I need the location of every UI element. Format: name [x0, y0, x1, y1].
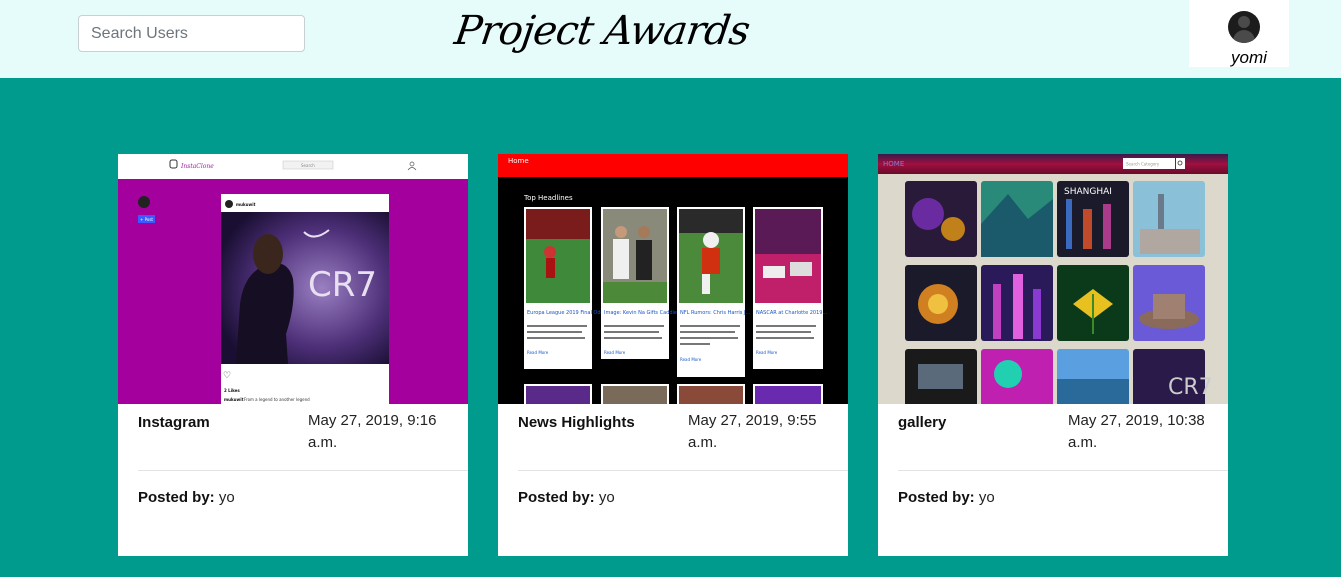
gallery-tile-cr7: CR7 [1168, 375, 1213, 400]
project-screenshot-news[interactable]: Home Top Headlines Europa League 2019 Fi… [498, 154, 848, 404]
posted-by-label: Posted by: [898, 489, 975, 506]
posted-by-label: Posted by: [138, 489, 215, 506]
posted-by: Posted by: yo [898, 489, 995, 506]
project-date: May 27, 2019, 9:55 a.m. [688, 412, 817, 451]
news-nav-home: Home [508, 157, 529, 165]
brand-title[interactable]: Project Awards [452, 8, 752, 54]
insta-search-text: Search [301, 163, 315, 168]
news-read-more-3: Read More [680, 357, 702, 362]
search-users-input[interactable] [78, 15, 305, 52]
project-card-instagram: InstaClone Search + Post mukuwit CR7 ♡ 2… [118, 154, 468, 556]
gallery-search-text: Search Category [1126, 162, 1160, 167]
insta-caption-user: mukuwit [224, 397, 244, 402]
project-title[interactable]: Instagram [138, 414, 210, 431]
insta-logo-text: InstaClone [180, 163, 214, 170]
project-date: May 27, 2019, 10:38 a.m. [1068, 412, 1205, 451]
profile-link[interactable]: yomi [1189, 0, 1289, 67]
card-divider [138, 470, 468, 471]
project-title[interactable]: gallery [898, 414, 946, 431]
gallery-nav-home: HOME [883, 160, 904, 168]
news-section-heading: Top Headlines [523, 194, 573, 202]
posted-by: Posted by: yo [138, 489, 235, 506]
posted-by: Posted by: yo [518, 489, 615, 506]
project-screenshot-gallery[interactable]: HOME Search Category SHANGHAI CR7 [878, 154, 1228, 404]
insta-likes: 2 Likes [224, 388, 240, 393]
insta-post-user: mukuwit [236, 202, 256, 207]
project-screenshot-instagram[interactable]: InstaClone Search + Post mukuwit CR7 ♡ 2… [118, 154, 468, 404]
insta-caption: From a legend to another legend [244, 397, 310, 402]
username-label[interactable]: yomi [1189, 48, 1289, 68]
insta-post-button-text: + Post [140, 217, 153, 222]
project-title[interactable]: News Highlights [518, 414, 635, 431]
posted-by-label: Posted by: [518, 489, 595, 506]
posted-by-author: yo [218, 489, 235, 506]
user-avatar-icon[interactable] [1228, 11, 1260, 43]
news-read-more-2: Read More [604, 350, 626, 355]
project-card-gallery: HOME Search Category SHANGHAI CR7 galler… [878, 154, 1228, 556]
news-headline-2: Image: Kevin Na Gifts Caddie ... [604, 310, 684, 316]
news-headline-3: NFL Rumors: Chris Harris J... [680, 310, 751, 316]
card-divider [898, 470, 1228, 471]
project-date: May 27, 2019, 9:16 a.m. [308, 412, 437, 451]
gallery-tile-label: SHANGHAI [1064, 187, 1112, 197]
posted-by-author: yo [978, 489, 995, 506]
svg-text:♡: ♡ [223, 371, 231, 381]
card-divider [518, 470, 848, 471]
insta-cr7-text: CR7 [308, 265, 377, 305]
project-card-news-highlights: Home Top Headlines Europa League 2019 Fi… [498, 154, 848, 556]
news-headline-4: NASCAR at Charlotte 2019... [756, 310, 828, 316]
posted-by-author: yo [598, 489, 615, 506]
navbar: Project Awards yomi [0, 0, 1341, 78]
news-read-more-4: Read More [756, 350, 778, 355]
news-read-more-1: Read More [527, 350, 549, 355]
